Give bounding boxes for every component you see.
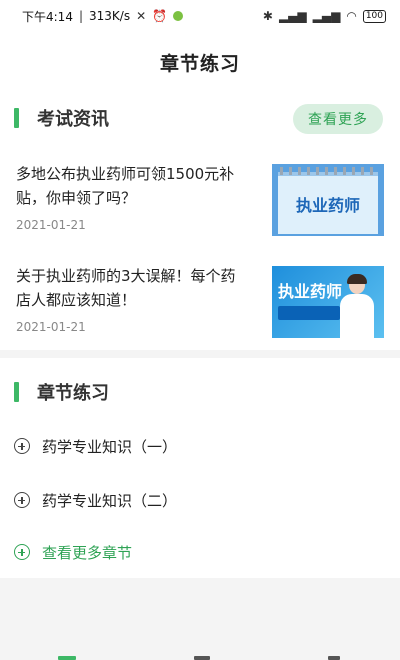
figure-body: [340, 294, 374, 338]
chapter-card: 章节练习 药学专业知识（一） 药学专业知识（二） 查看更多章节: [0, 358, 400, 578]
pharmacist-figure: [340, 274, 374, 338]
news-item[interactable]: 多地公布执业药师可领1500元补贴，你申领了吗？ 2021-01-21 执业药师: [0, 162, 400, 252]
news-section-title: 考试资讯: [37, 109, 109, 130]
section-accent-bar: [14, 108, 19, 128]
network-speed: 313K/s: [89, 9, 131, 23]
chapter-item[interactable]: 药学专业知识（二）: [0, 482, 400, 518]
status-time: 下午4:14: [22, 9, 73, 24]
plus-circle-icon: [14, 492, 30, 508]
wifi-icon: ◠: [346, 9, 357, 23]
section-accent-bar: [14, 382, 19, 402]
tab-practice-indicator[interactable]: [194, 656, 210, 660]
chapter-section-header: 章节练习: [0, 372, 400, 412]
news-thumbnail[interactable]: 执业药师: [272, 266, 384, 338]
battery-icon: 100: [362, 9, 386, 23]
news-date: 2021-01-21: [16, 218, 86, 232]
mute-icon: ✕: [136, 9, 147, 23]
news-title[interactable]: 多地公布执业药师可领1500元补贴，你申领了吗？: [16, 162, 246, 210]
chapter-label: 药学专业知识（一）: [42, 437, 178, 456]
page-title: 章节练习: [159, 52, 240, 75]
news-section-header: 考试资讯 查看更多: [0, 98, 400, 138]
bottom-tab-bar: [0, 652, 400, 660]
view-more-chapters-label: 查看更多章节: [42, 543, 133, 562]
tab-home-indicator[interactable]: [58, 656, 76, 660]
chapter-item[interactable]: 药学专业知识（一）: [0, 428, 400, 464]
view-more-chapters-button[interactable]: 查看更多章节: [0, 534, 400, 570]
app-notification-icon: [173, 11, 184, 21]
view-more-button[interactable]: 查看更多: [293, 104, 383, 134]
chapter-section-title: 章节练习: [37, 383, 109, 404]
news-thumbnail[interactable]: 执业药师: [272, 164, 384, 236]
bluetooth-icon: ✱: [262, 9, 273, 23]
alarm-icon: ⏰: [152, 9, 168, 23]
tab-profile-indicator[interactable]: [328, 656, 340, 660]
chapter-label: 药学专业知识（二）: [42, 491, 178, 510]
separator: |: [78, 9, 83, 23]
news-item[interactable]: 关于执业药师的3大误解！每个药店人都应该知道！ 2021-01-21 执业药师: [0, 264, 400, 354]
signal-icon: ▂▄▆: [278, 9, 307, 23]
figure-hair: [347, 274, 367, 284]
status-left: 下午4:14 | 313K/s ✕ ⏰: [22, 8, 184, 25]
thumbnail-banner: [278, 306, 340, 320]
thumbnail-text: 执业药师: [278, 282, 343, 301]
news-card: 考试资讯 查看更多 多地公布执业药师可领1500元补贴，你申领了吗？ 2021-…: [0, 92, 400, 350]
signal-icon-2: ▂▄▆: [312, 9, 341, 23]
news-title[interactable]: 关于执业药师的3大误解！每个药店人都应该知道！: [16, 264, 246, 312]
news-date: 2021-01-21: [16, 320, 86, 334]
plus-circle-icon: [14, 544, 30, 560]
thumbnail-rings: [280, 167, 376, 175]
plus-circle-icon: [14, 438, 30, 454]
status-bar: 下午4:14 | 313K/s ✕ ⏰ ✱ ▂▄▆ ▂▄▆ ◠ 100: [0, 0, 400, 32]
thumbnail-text: 执业药师: [295, 196, 360, 215]
title-bar: 章节练习: [0, 32, 400, 92]
status-right: ✱ ▂▄▆ ▂▄▆ ◠ 100: [263, 9, 386, 23]
